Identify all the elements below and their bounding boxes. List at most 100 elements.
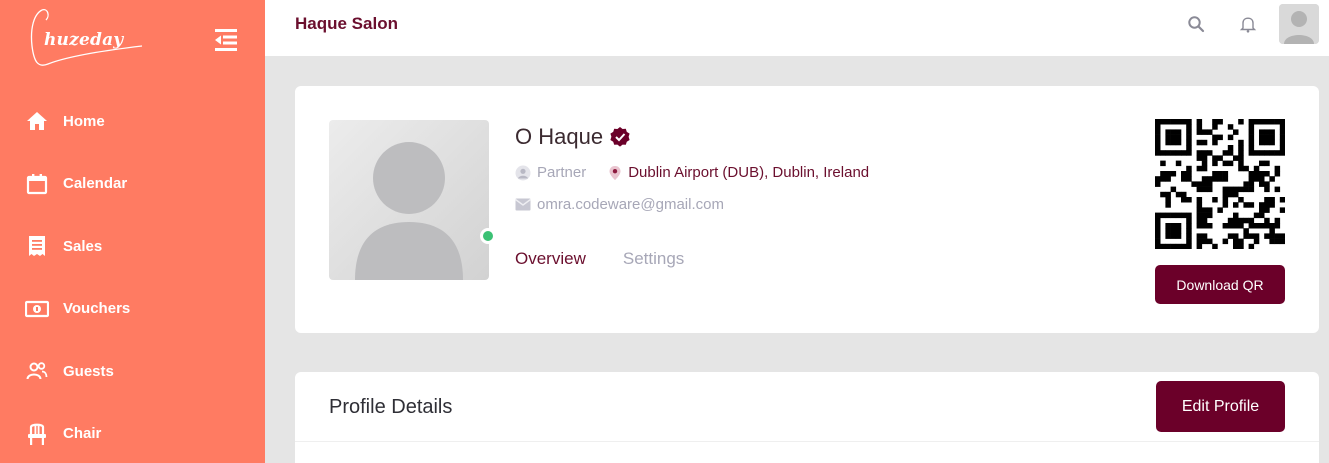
qr-module (1243, 186, 1249, 193)
search-button[interactable] (1187, 15, 1205, 33)
qr-module (1227, 223, 1234, 229)
qr-module (1207, 176, 1213, 182)
qr-module (1269, 202, 1275, 208)
qr-module (1170, 228, 1177, 234)
qr-module (1196, 202, 1203, 208)
qr-module (1165, 202, 1171, 208)
qr-module (1181, 197, 1187, 203)
receipt-icon (25, 234, 49, 258)
qr-module (1222, 238, 1229, 245)
qr-module (1259, 119, 1265, 125)
sidebar-item-home[interactable]: Home (0, 90, 265, 153)
tab-overview[interactable]: Overview (515, 249, 586, 269)
qr-module (1259, 176, 1265, 182)
qr-module (1274, 238, 1281, 245)
qr-module (1186, 124, 1192, 130)
qr-module (1243, 202, 1249, 208)
qr-module (1181, 176, 1187, 182)
qr-module (1181, 191, 1187, 198)
sidebar-item-guests[interactable]: Guests (0, 340, 265, 403)
qr-module (1160, 150, 1166, 156)
qr-module (1243, 228, 1249, 234)
qr-module (1186, 165, 1192, 172)
qr-module (1227, 186, 1234, 193)
qr-module (1217, 207, 1223, 213)
qr-module (1274, 223, 1281, 229)
qr-module (1279, 119, 1285, 125)
sidebar-item-chair[interactable]: Chair (0, 403, 265, 463)
qr-module (1259, 212, 1265, 219)
sidebar-item-calendar[interactable]: Calendar (0, 153, 265, 216)
sidebar-item-sales[interactable]: Sales (0, 215, 265, 278)
tab-settings[interactable]: Settings (623, 249, 684, 269)
qr-module (1259, 134, 1265, 141)
divider (295, 441, 1319, 442)
avatar-placeholder-icon (1279, 4, 1319, 44)
qr-module (1186, 228, 1192, 234)
profile-photo (329, 120, 489, 280)
qr-module (1279, 129, 1285, 135)
collapse-sidebar-button[interactable] (213, 28, 239, 52)
qr-module (1201, 160, 1208, 167)
qr-module (1186, 119, 1192, 125)
notifications-button[interactable] (1239, 15, 1257, 33)
edit-profile-button[interactable]: Edit Profile (1156, 381, 1285, 432)
qr-module (1212, 243, 1218, 249)
qr-module (1165, 243, 1171, 249)
qr-module (1201, 129, 1208, 135)
qr-module (1186, 176, 1192, 182)
qr-module (1264, 223, 1270, 229)
sidebar: huzeday Home Calendar Sales Vouchers Gue… (0, 0, 265, 463)
qr-module (1253, 212, 1260, 219)
qr-module (1181, 119, 1187, 125)
qr-module (1279, 150, 1285, 156)
brand-logo[interactable]: huzeday (28, 6, 148, 68)
profile-location-text: Dublin Airport (DUB), Dublin, Ireland (628, 164, 870, 181)
qr-code (1155, 119, 1285, 249)
qr-module (1248, 186, 1255, 193)
qr-module (1238, 243, 1244, 249)
sidebar-item-label: Vouchers (63, 300, 131, 318)
qr-module (1186, 129, 1192, 135)
qr-module (1196, 181, 1203, 187)
user-avatar[interactable] (1279, 4, 1319, 44)
qr-module (1233, 243, 1239, 249)
location-pin-icon (609, 165, 621, 180)
collapse-menu-icon (215, 29, 237, 51)
qr-module (1201, 150, 1208, 156)
download-qr-button[interactable]: Download QR (1155, 265, 1285, 304)
qr-module (1175, 134, 1182, 141)
qr-module (1186, 243, 1192, 249)
qr-module (1165, 191, 1171, 198)
qr-module (1264, 233, 1270, 239)
qr-module (1233, 233, 1239, 239)
qr-module (1264, 171, 1270, 177)
qr-module (1175, 243, 1182, 249)
qr-module (1248, 202, 1255, 208)
qr-module (1160, 212, 1166, 219)
qr-module (1207, 129, 1213, 135)
qr-module (1196, 124, 1203, 130)
qr-module (1196, 238, 1203, 245)
qr-module (1170, 134, 1177, 141)
qr-module (1238, 165, 1244, 172)
sidebar-item-vouchers[interactable]: Vouchers (0, 278, 265, 341)
qr-module (1175, 139, 1182, 146)
qr-module (1207, 186, 1213, 193)
qr-module (1155, 233, 1161, 239)
qr-module (1186, 212, 1192, 219)
qr-module (1170, 212, 1177, 219)
qr-module (1279, 145, 1285, 151)
online-status-indicator (480, 228, 496, 244)
qr-module (1160, 243, 1166, 249)
qr-module (1269, 233, 1275, 239)
qr-module (1170, 139, 1177, 146)
qr-module (1264, 202, 1270, 208)
qr-module (1196, 186, 1203, 193)
qr-module (1181, 150, 1187, 156)
qr-module (1186, 238, 1192, 245)
profile-tabs: Overview Settings (515, 249, 721, 269)
qr-module (1155, 139, 1161, 146)
qr-module (1253, 150, 1260, 156)
qr-module (1165, 212, 1171, 219)
